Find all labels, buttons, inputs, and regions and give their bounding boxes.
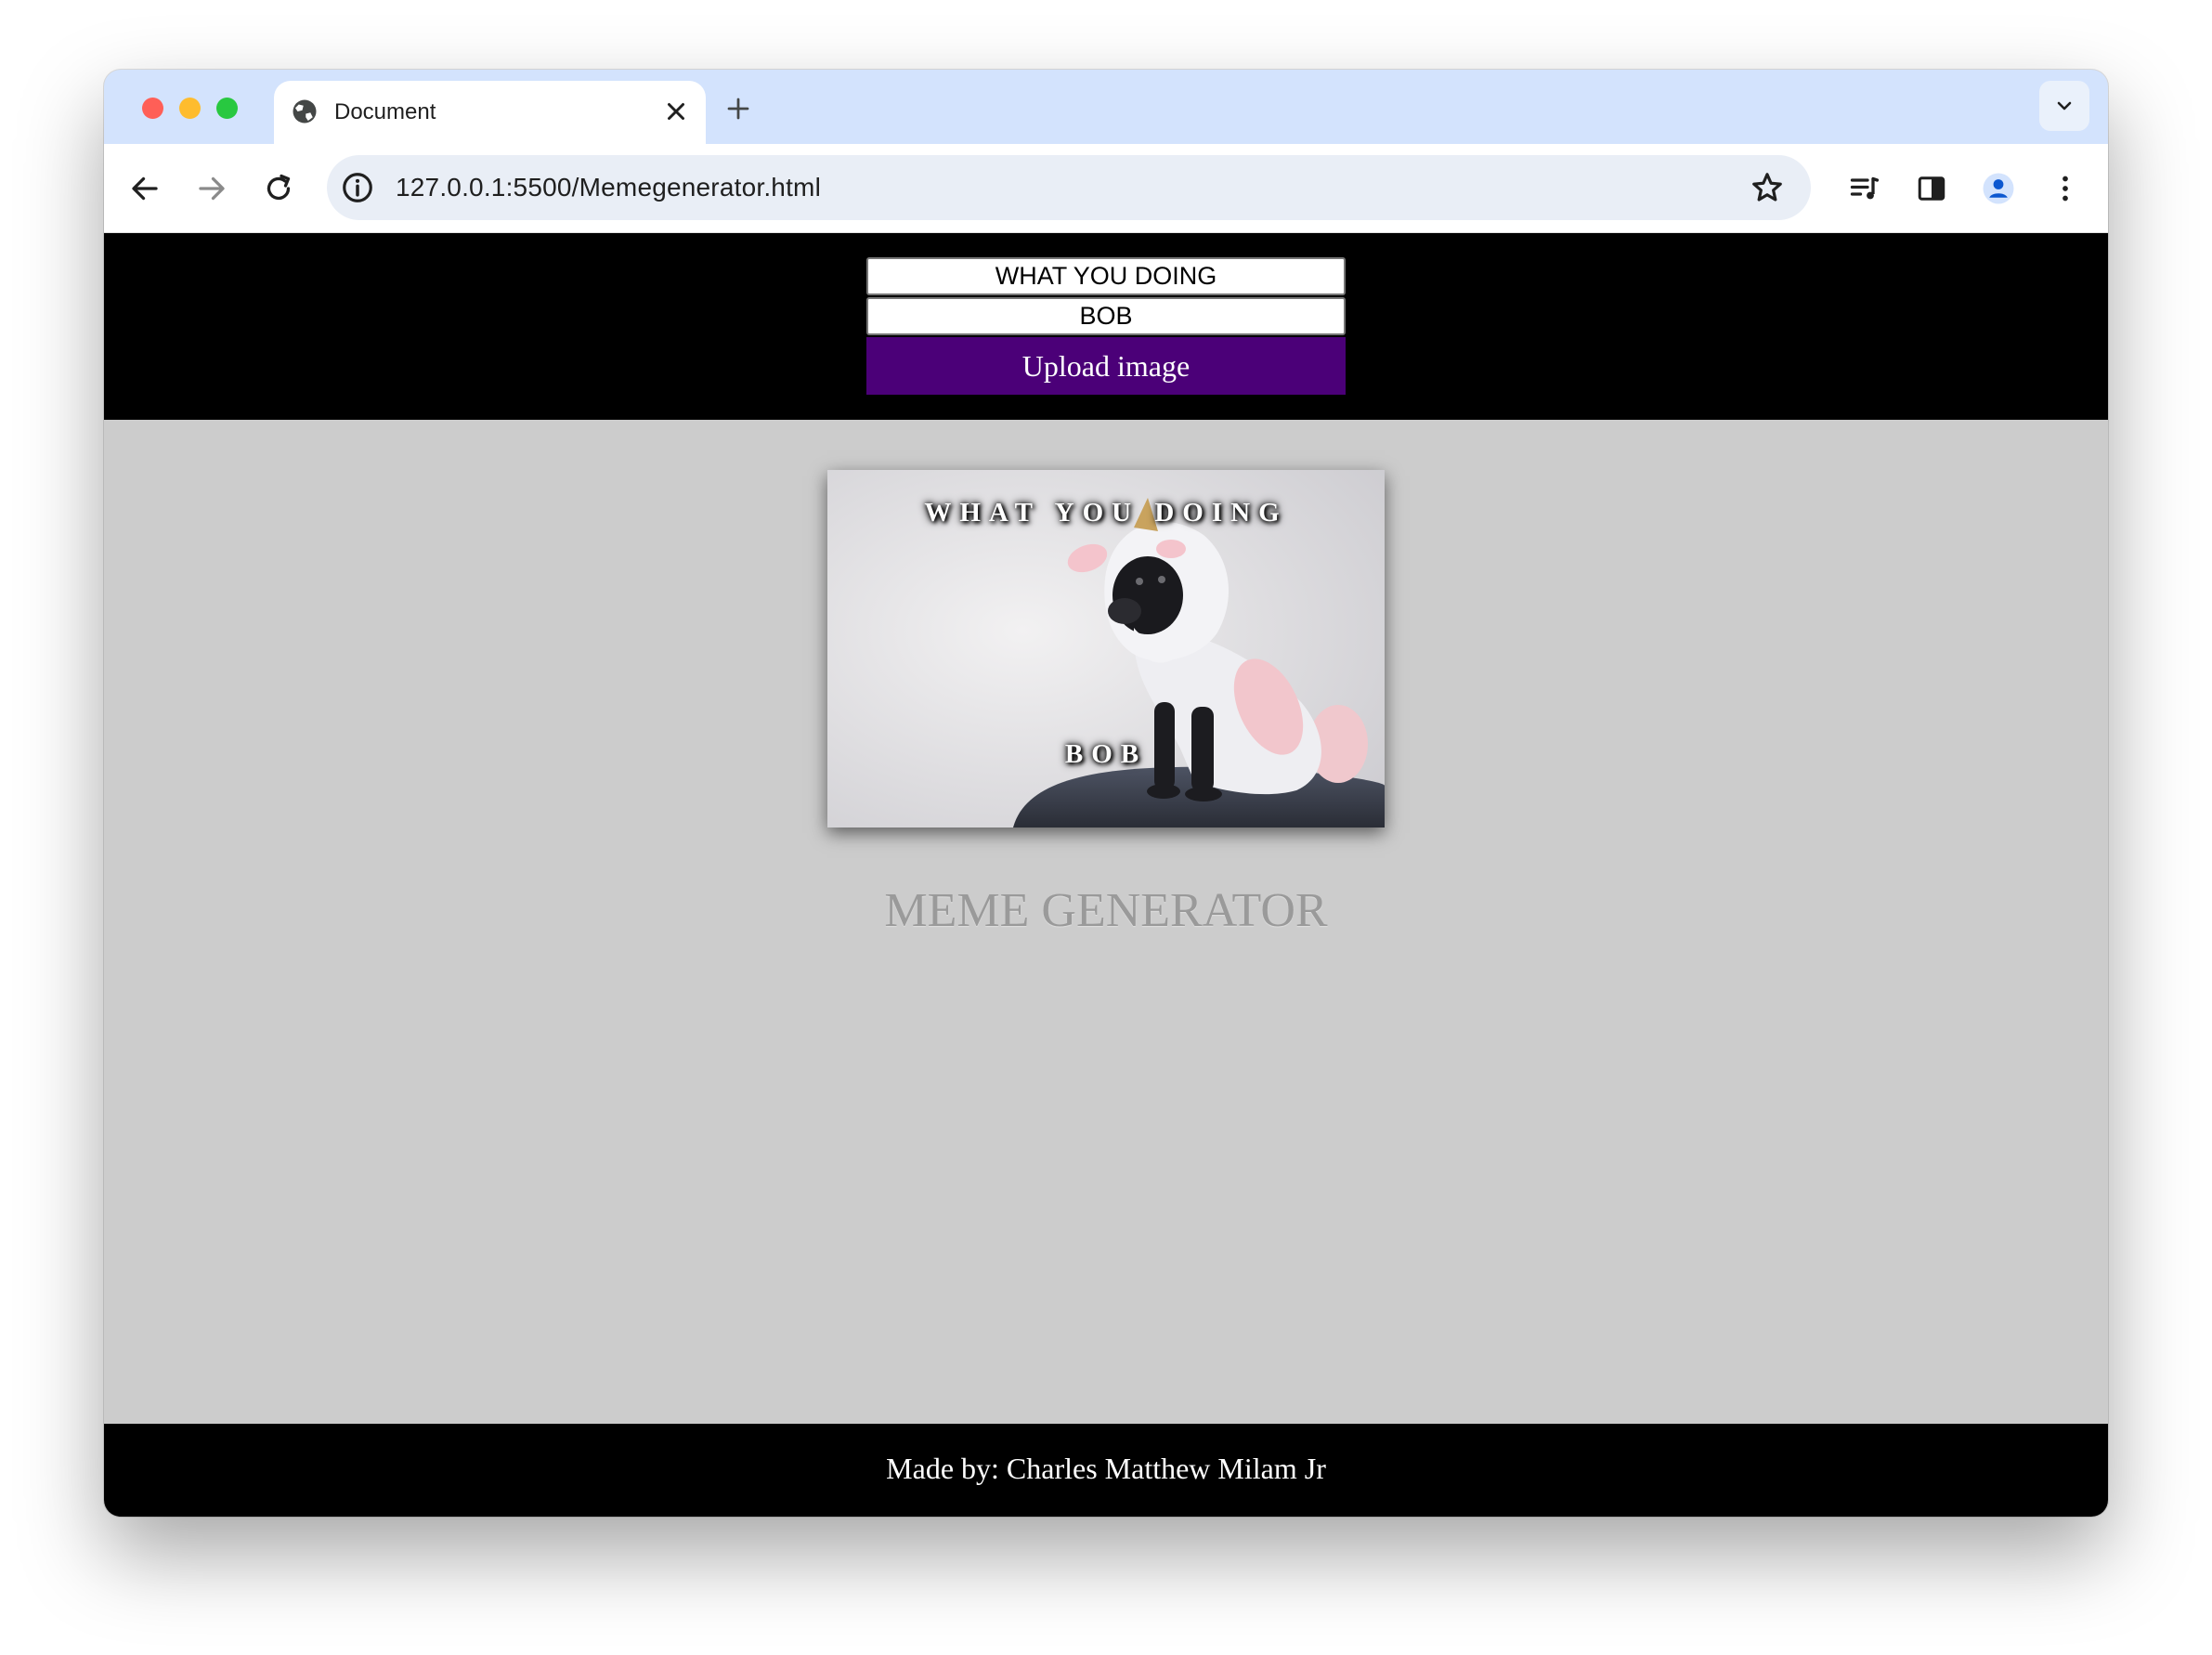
info-icon[interactable]: [340, 170, 375, 205]
profile-icon[interactable]: [1982, 172, 2015, 205]
minimize-window-button[interactable]: [179, 98, 201, 119]
meme-image: WHAT YOU DOING BOB: [827, 470, 1385, 828]
footer-credit: Made by: Charles Matthew Milam Jr: [886, 1452, 1326, 1485]
top-text-input[interactable]: [866, 257, 1346, 295]
tab-search-button[interactable]: [2039, 81, 2089, 131]
browser-window: Document 127.0.0.1:5500/Memegenerator.ht…: [104, 70, 2108, 1517]
tab-document[interactable]: Document: [274, 81, 706, 144]
plus-icon[interactable]: [724, 95, 752, 123]
meme-top-caption: WHAT YOU DOING: [924, 498, 1288, 528]
side-panel-icon[interactable]: [1915, 172, 1948, 205]
more-vert-icon[interactable]: [2049, 172, 2082, 205]
tab-title: Document: [334, 99, 436, 124]
tab-strip: Document: [104, 70, 2108, 144]
maximize-window-button[interactable]: [216, 98, 238, 119]
forward-arrow-icon[interactable]: [195, 172, 228, 205]
page-footer: Made by: Charles Matthew Milam Jr: [104, 1424, 2108, 1517]
globe-icon: [293, 99, 317, 124]
page-title: MEME GENERATOR: [884, 884, 1328, 937]
reload-icon[interactable]: [262, 172, 295, 205]
close-icon[interactable]: [662, 98, 690, 125]
star-icon[interactable]: [1750, 170, 1785, 205]
address-bar[interactable]: 127.0.0.1:5500/Memegenerator.html: [327, 155, 1811, 220]
chevron-down-icon: [2057, 101, 2072, 111]
page-content: Upload image: [104, 233, 2108, 1517]
back-arrow-icon[interactable]: [128, 172, 162, 205]
upload-image-button[interactable]: Upload image: [866, 337, 1346, 395]
browser-toolbar: 127.0.0.1:5500/Memegenerator.html: [104, 144, 2108, 233]
url-text[interactable]: 127.0.0.1:5500/Memegenerator.html: [396, 172, 821, 203]
meme-bottom-caption: BOB: [1064, 739, 1148, 769]
bottom-text-input[interactable]: [866, 297, 1346, 335]
close-window-button[interactable]: [142, 98, 163, 119]
page-header: Upload image: [104, 233, 2108, 420]
media-controls-icon[interactable]: [1848, 172, 1881, 205]
